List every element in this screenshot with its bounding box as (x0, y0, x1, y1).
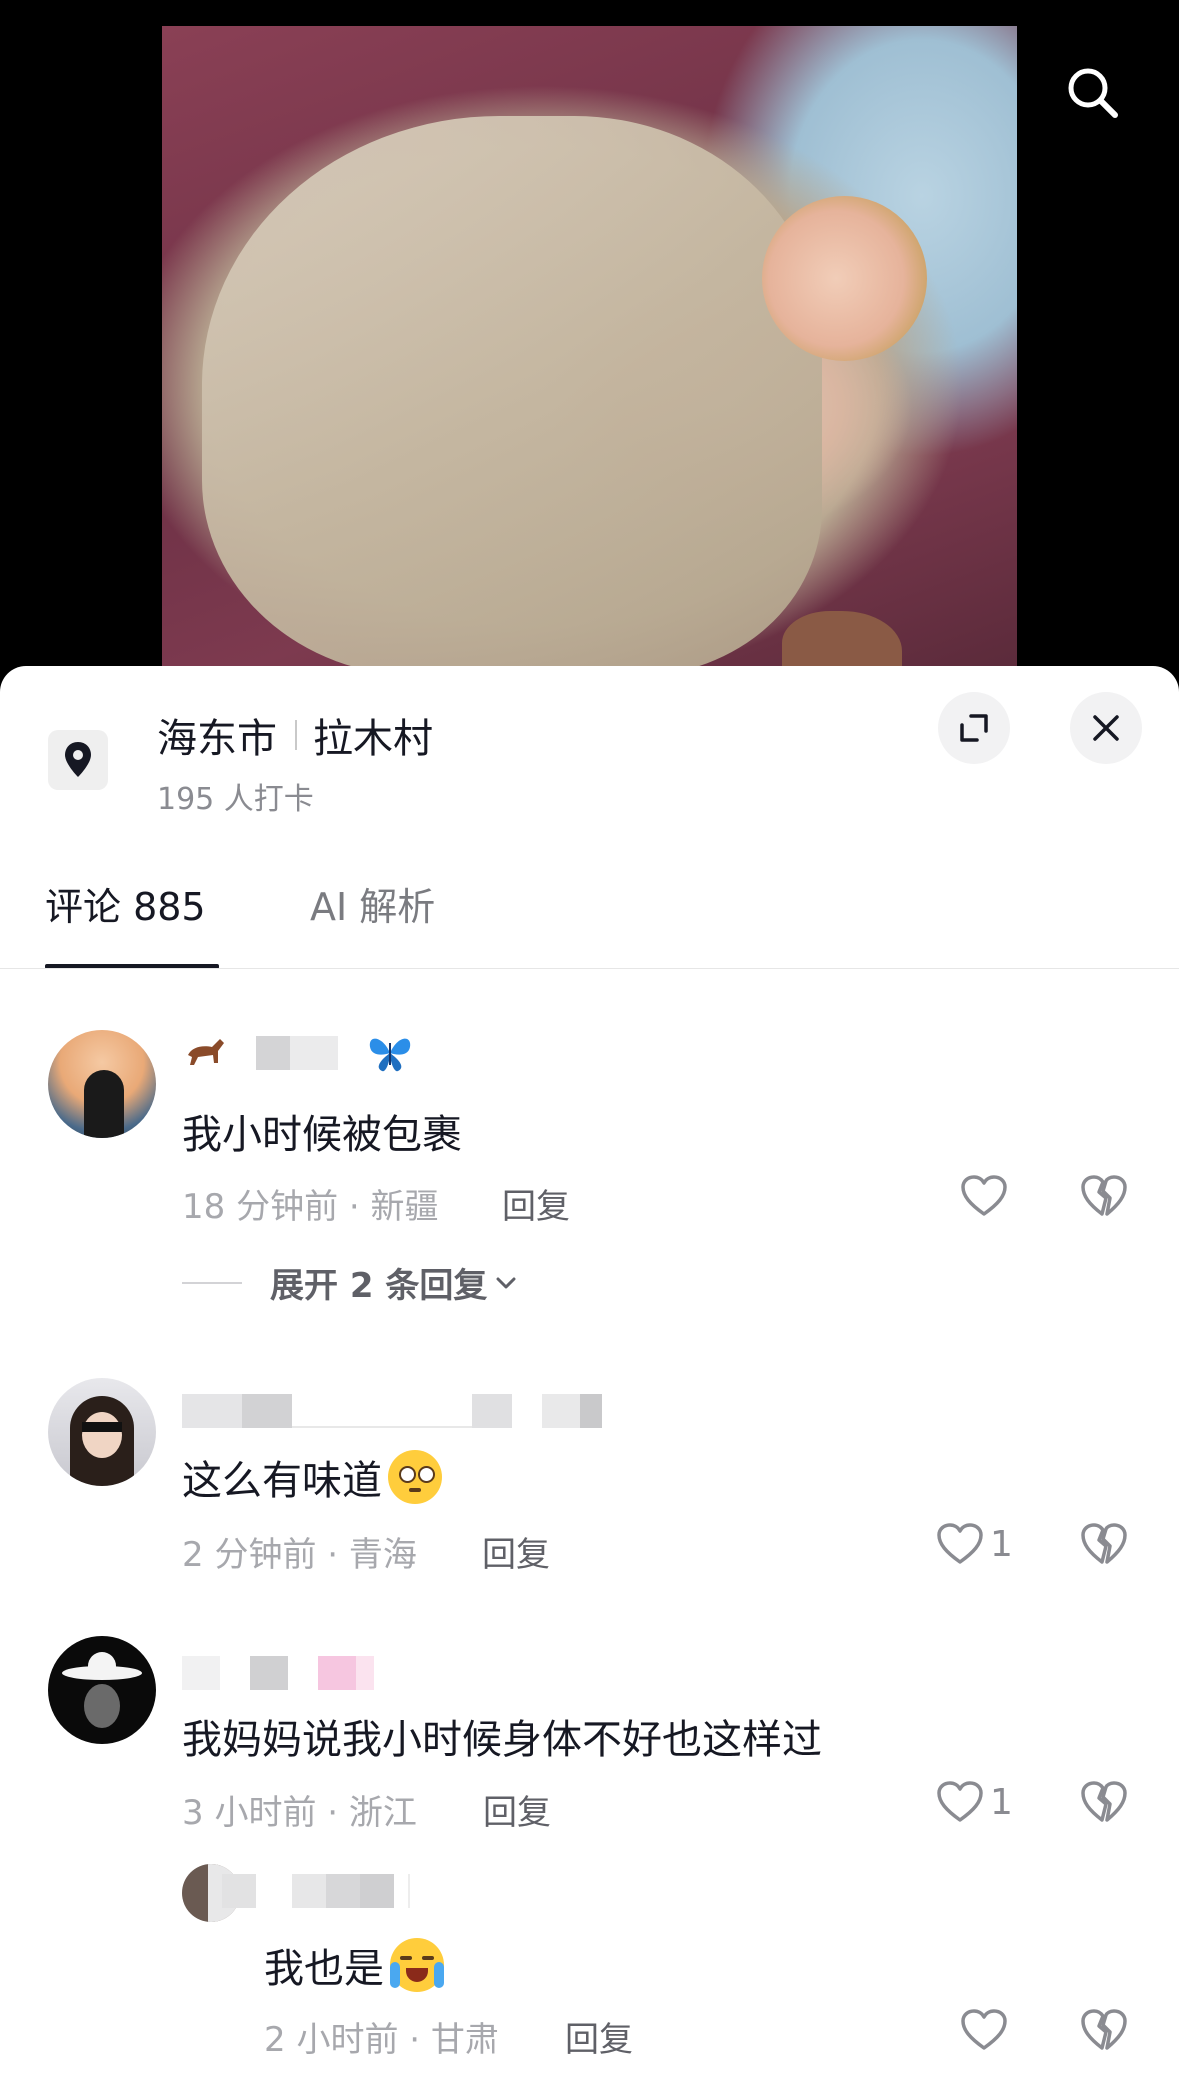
avatar[interactable] (48, 1378, 156, 1486)
like-button[interactable]: 1 (936, 1522, 1013, 1566)
reply-text-label: 我也是 (264, 1946, 384, 1992)
like-button[interactable] (960, 2008, 1008, 2052)
search-button[interactable] (1058, 58, 1128, 128)
username-blurred[interactable] (222, 1874, 410, 1908)
avatar[interactable] (48, 1636, 156, 1744)
comment-meta: 2 分钟前 · 青海 (182, 1535, 417, 1575)
comment-text-label: 这么有味道 (182, 1458, 382, 1504)
expand-icon (960, 714, 988, 742)
dislike-button[interactable] (1080, 2008, 1128, 2056)
comment-text: 这么有味道 (182, 1448, 442, 1506)
butterfly-emoji-icon (369, 1038, 411, 1072)
close-button[interactable] (1070, 692, 1142, 764)
heart-icon (937, 1781, 983, 1822)
broken-heart-icon (1081, 1523, 1127, 1564)
expand-line (182, 1281, 242, 1284)
photo-baby-face (762, 196, 927, 361)
tabs-divider (0, 968, 1179, 969)
dislike-button[interactable] (1080, 1522, 1128, 1570)
search-icon (1068, 68, 1118, 118)
like-button[interactable]: 1 (936, 1780, 1013, 1824)
media-area (0, 0, 1179, 700)
username-blurred[interactable] (182, 1394, 602, 1428)
broken-heart-icon (1081, 2009, 1127, 2050)
reply-button[interactable]: 回复 (482, 1527, 550, 1576)
heart-icon (961, 1175, 1007, 1216)
like-button[interactable] (960, 1174, 1008, 1218)
location-village: 拉木村 (313, 716, 433, 762)
avatar[interactable] (48, 1030, 156, 1138)
heart-icon (961, 2009, 1007, 2050)
location-title[interactable]: 海东市 拉木村 (157, 706, 433, 764)
reply-button[interactable]: 回复 (502, 1179, 570, 1228)
reply-meta: 2 小时前 · 甘肃 (264, 2020, 499, 2060)
close-icon (1093, 715, 1119, 741)
reply-button[interactable]: 回复 (565, 2012, 633, 2061)
like-count: 1 (990, 1523, 1013, 1565)
flushed-face-icon (388, 1450, 442, 1504)
photo-bundle (202, 116, 822, 676)
horse-emoji-icon (188, 1039, 224, 1065)
tab-comments[interactable]: 评论 885 (45, 876, 206, 931)
expand-button[interactable] (938, 692, 1010, 764)
comment-meta: 3 小时前 · 浙江 (182, 1793, 417, 1833)
dislike-button[interactable] (1080, 1174, 1128, 1222)
dislike-button[interactable] (1080, 1780, 1128, 1828)
location-pin-icon[interactable] (48, 730, 108, 790)
heart-icon (937, 1523, 983, 1564)
checkin-count: 195 人打卡 (157, 782, 314, 817)
comment-text: 我妈妈说我小时候身体不好也这样过 (182, 1717, 822, 1763)
reply-text: 我也是 (264, 1936, 444, 1994)
username-blurred[interactable] (182, 1656, 374, 1690)
like-count: 1 (990, 1781, 1013, 1823)
expand-replies[interactable]: 展开 2 条回复 (182, 1258, 519, 1307)
comment-meta: 18 分钟前 · 新疆 (182, 1187, 439, 1227)
tab-ai-analysis[interactable]: AI 解析 (310, 876, 435, 931)
chevron-down-icon (496, 1277, 516, 1288)
broken-heart-icon (1081, 1781, 1127, 1822)
reply-button[interactable]: 回复 (483, 1785, 551, 1834)
tab-bar: 评论 885 AI 解析 (0, 876, 1179, 936)
broken-heart-icon (1081, 1175, 1127, 1216)
crying-face-icon (390, 1938, 444, 1992)
title-separator (295, 720, 297, 750)
comment-text: 我小时候被包裹 (182, 1112, 462, 1158)
username-blurred[interactable] (182, 1036, 414, 1072)
post-photo[interactable] (162, 26, 1017, 676)
expand-replies-label: 展开 2 条回复 (270, 1266, 488, 1306)
location-city: 海东市 (157, 716, 277, 762)
comments-sheet: 海东市 拉木村 195 人打卡 评论 885 AI 解析 我小时候被包裹 18 … (0, 666, 1179, 2091)
